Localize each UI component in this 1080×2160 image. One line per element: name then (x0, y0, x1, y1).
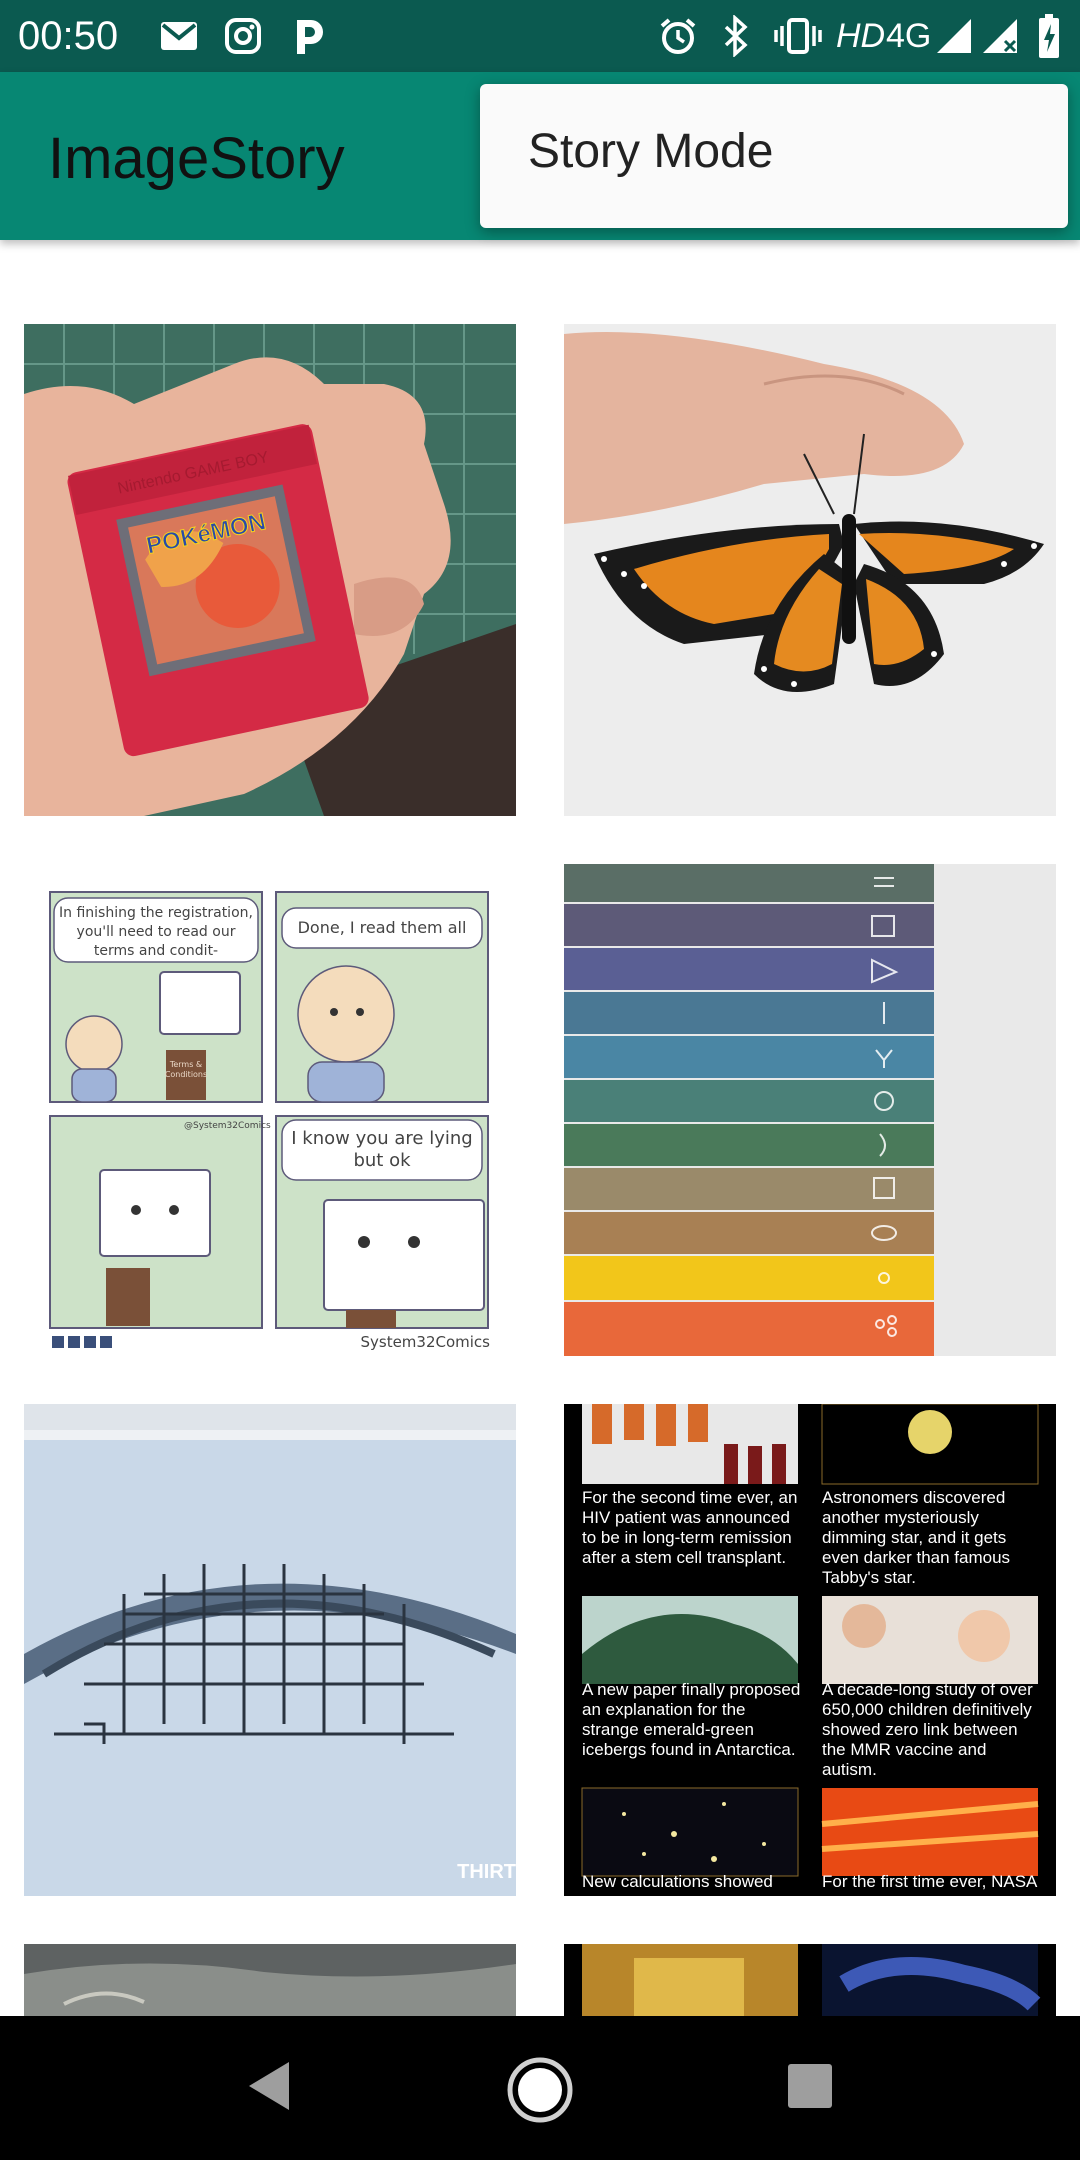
science-news-image (564, 1404, 1056, 1896)
butterfly-image (564, 324, 1056, 816)
book-stack-image (564, 864, 1056, 1356)
image-tile-bridge-video[interactable]: THIRT (24, 1404, 516, 1896)
network-type-label: 4G (886, 17, 932, 55)
image-tile-monarch-butterfly[interactable] (564, 324, 1056, 816)
comic-bubble-2: Done, I read them all (297, 918, 467, 937)
image-tile-partial-right[interactable] (564, 1944, 1056, 2016)
news-caption-2: Astronomers discovered another mysteriou… (822, 1488, 1011, 1587)
menu-item-story-mode[interactable]: Story Mode (528, 122, 773, 182)
signal-no-sim-icon (980, 14, 1020, 58)
partial-left-image (24, 1944, 516, 2016)
partial-right-image (564, 1944, 1056, 2016)
recents-icon[interactable] (782, 2058, 838, 2114)
image-tile-comic[interactable]: In finishing the registration, you'll ne… (24, 864, 516, 1356)
battery-icon (1034, 14, 1064, 58)
vibrate-icon (772, 14, 824, 58)
news-caption-3: A new paper finally proposed an explanat… (582, 1680, 801, 1759)
pokemon-cartridge-image: Nintendo GAME BOY POKéMON (24, 324, 516, 816)
comic-bubble-1: In finishing the registration, you'll ne… (59, 905, 253, 959)
news-caption-4: A decade-long study of over 650,000 chil… (822, 1680, 1033, 1779)
gmail-icon (158, 14, 200, 58)
news-caption-5: New calculations showed (582, 1872, 773, 1891)
instagram-icon (222, 14, 264, 58)
app-title: ImageStory (48, 126, 345, 191)
pandora-icon (290, 14, 330, 58)
news-caption-1: For the second time ever, an HIV patient… (582, 1488, 798, 1567)
comic-credit-small: @System32Comics (184, 1121, 271, 1131)
comic-book-label: Terms & Conditions (164, 1060, 208, 1079)
image-tile-pokemon-cartridge[interactable]: Nintendo GAME BOY POKéMON (24, 324, 516, 816)
overflow-menu: Story Mode (480, 84, 1068, 228)
network-hd-label: HD (836, 17, 886, 55)
signal-icon (934, 14, 974, 58)
image-tile-science-news[interactable]: For the second time ever, an HIV patient… (564, 1404, 1056, 1896)
image-tile-book-stack[interactable] (564, 864, 1056, 1356)
bridge-image: THIRT (24, 1404, 516, 1896)
status-bar: 00:50 HD 4G (0, 0, 1080, 72)
back-icon[interactable] (236, 2054, 300, 2118)
navigation-bar (0, 2016, 1080, 2160)
bluetooth-icon (716, 14, 756, 58)
image-tile-partial-left[interactable] (24, 1944, 516, 2016)
alarm-icon (656, 14, 700, 58)
home-icon[interactable] (504, 2054, 576, 2126)
comic-credit: System32Comics (360, 1333, 490, 1351)
status-time: 00:50 (18, 14, 119, 58)
news-caption-6: For the first time ever, NASA (822, 1872, 1038, 1891)
video-watermark: THIRT (457, 1861, 516, 1883)
comic-bubble-3: I know you are lying but ok (291, 1128, 473, 1171)
